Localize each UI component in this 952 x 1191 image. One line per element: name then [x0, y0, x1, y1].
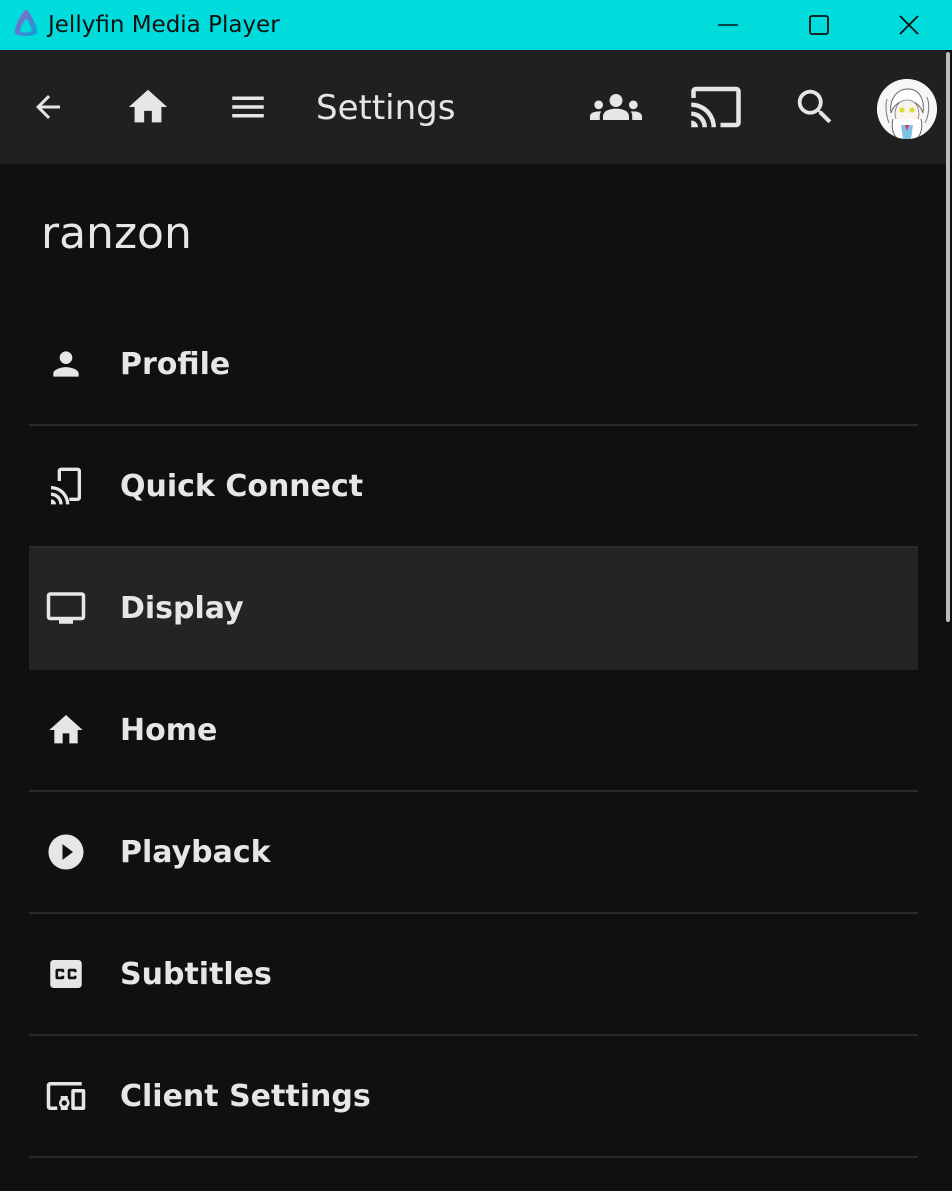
menu-item-label: Playback: [120, 834, 271, 870]
maximize-button[interactable]: [773, 0, 865, 50]
home-icon: [128, 89, 168, 123]
page-title: Settings: [316, 88, 456, 128]
back-button[interactable]: [19, 78, 77, 136]
scrollbar-thumb[interactable]: [946, 52, 950, 622]
hamburger-menu-icon: [232, 96, 264, 118]
window-title: Jellyfin Media Player: [48, 12, 280, 38]
settings-menu: Profile Quick Connect Display Home Playb…: [29, 304, 918, 1158]
window-titlebar: Jellyfin Media Player: [0, 0, 952, 50]
syncplay-button[interactable]: [587, 78, 645, 136]
arrow-back-icon: [36, 95, 60, 119]
devices-icon: [45, 1075, 87, 1117]
menu-item-display[interactable]: Display: [29, 548, 918, 670]
maximize-icon: [809, 15, 829, 35]
closed-caption-icon: [45, 953, 87, 995]
menu-item-label: Display: [120, 590, 244, 626]
cast-button[interactable]: [687, 78, 745, 136]
phonelink-cast-icon: [45, 465, 87, 507]
group-icon: [590, 94, 642, 120]
avatar-image: [877, 79, 937, 139]
menu-item-playback[interactable]: Playback: [29, 792, 918, 914]
play-circle-icon: [45, 831, 87, 873]
home-button[interactable]: [119, 78, 177, 136]
menu-item-label: Profile: [120, 346, 231, 382]
user-avatar[interactable]: [877, 79, 937, 139]
menu-button[interactable]: [219, 78, 277, 136]
home-icon: [45, 709, 87, 751]
menu-item-profile[interactable]: Profile: [29, 304, 918, 426]
menu-item-home[interactable]: Home: [29, 670, 918, 792]
minimize-button[interactable]: [682, 0, 774, 50]
menu-item-label: Client Settings: [120, 1078, 371, 1114]
close-icon: [898, 15, 919, 35]
menu-item-label: Quick Connect: [120, 468, 364, 504]
person-icon: [45, 343, 87, 385]
app-header: Settings: [0, 50, 952, 164]
minimize-icon: [718, 24, 738, 26]
menu-item-client-settings[interactable]: Client Settings: [29, 1036, 918, 1158]
cast-icon: [691, 86, 741, 128]
jellyfin-logo-icon: [14, 10, 38, 36]
menu-item-quick-connect[interactable]: Quick Connect: [29, 426, 918, 548]
username-heading: ranzon: [41, 208, 192, 259]
search-icon: [797, 89, 832, 124]
close-button[interactable]: [865, 0, 952, 50]
menu-item-label: Subtitles: [120, 956, 272, 992]
search-button[interactable]: [786, 78, 844, 136]
menu-item-label: Home: [120, 712, 218, 748]
menu-item-subtitles[interactable]: Subtitles: [29, 914, 918, 1036]
monitor-icon: [45, 587, 87, 629]
